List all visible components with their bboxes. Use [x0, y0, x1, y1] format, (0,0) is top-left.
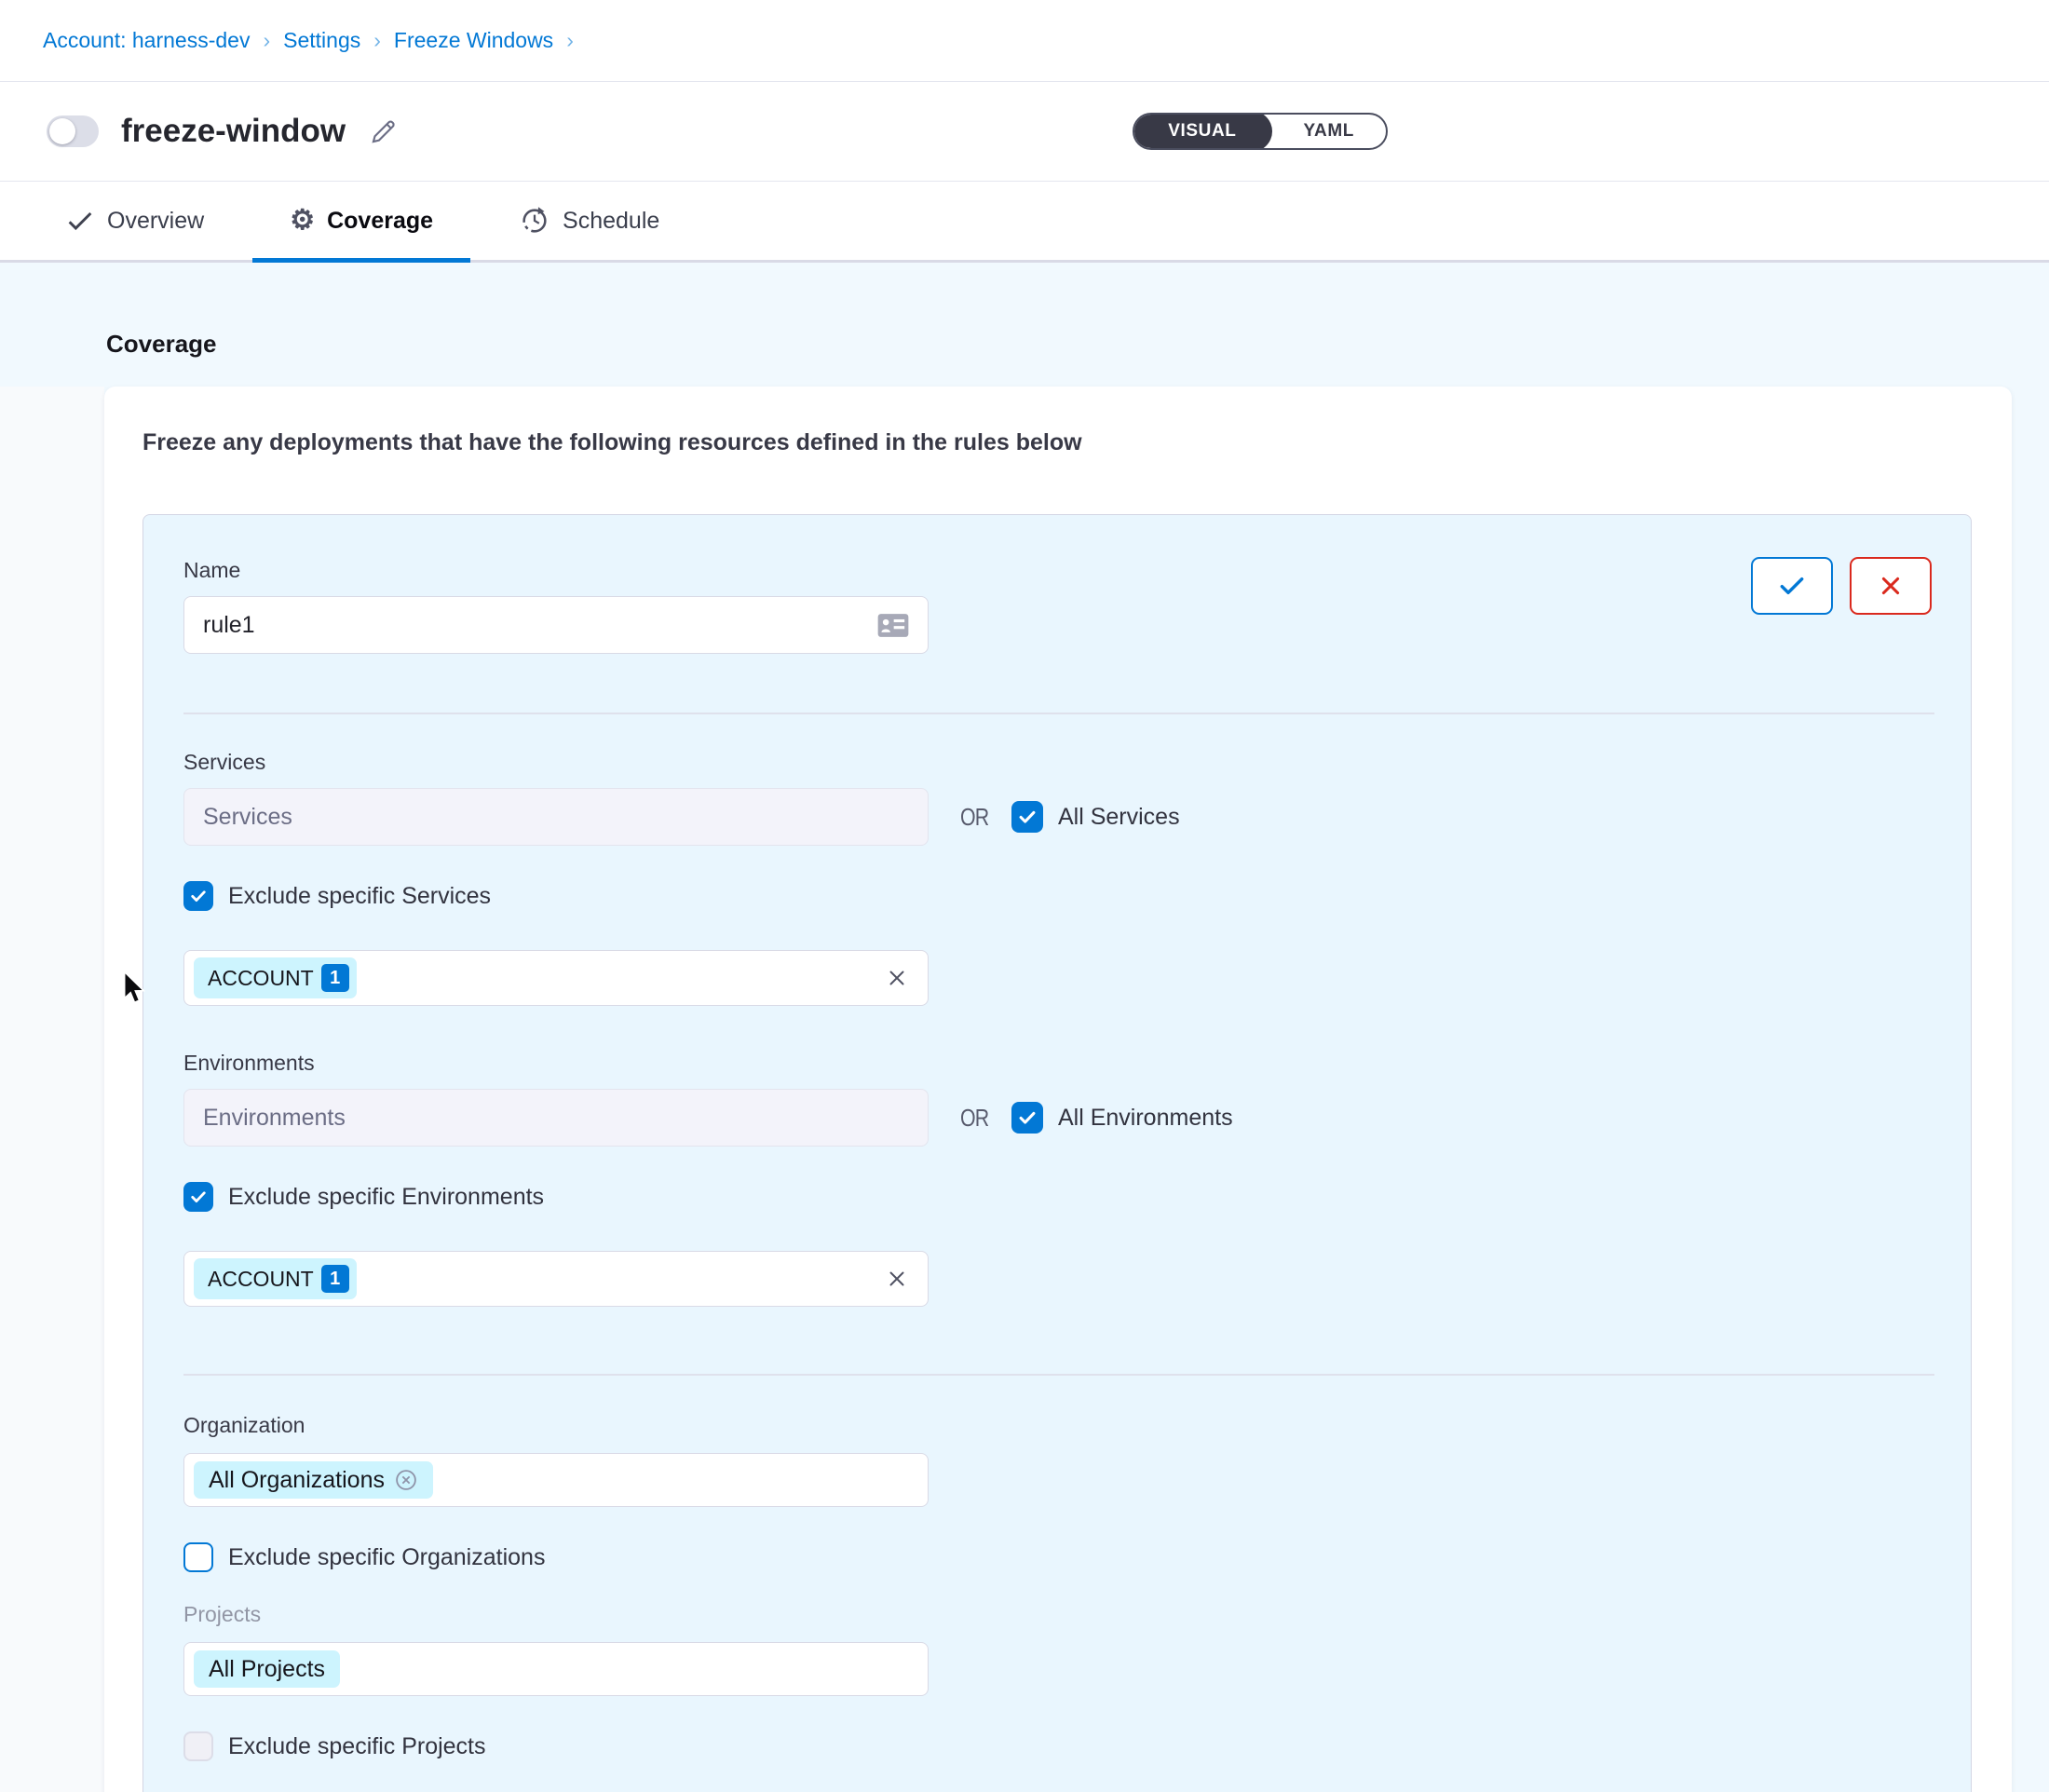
environments-input[interactable] [203, 1105, 909, 1132]
remove-organizations-tag-icon[interactable] [394, 1468, 418, 1492]
all-environments-checkbox[interactable] [1011, 1102, 1043, 1134]
exclude-services-label: Exclude specific Services [228, 883, 491, 910]
tab-schedule[interactable]: Schedule [513, 182, 665, 260]
services-label: Services [183, 750, 1932, 775]
divider [183, 713, 1934, 714]
exclude-services-checkbox[interactable] [183, 881, 213, 911]
organization-field[interactable]: All Organizations [183, 1453, 929, 1507]
projects-field: All Projects [183, 1642, 929, 1696]
tab-schedule-label: Schedule [563, 208, 659, 235]
excluded-environments-field[interactable]: ACCOUNT 1 [183, 1251, 929, 1307]
delete-rule-button[interactable] [1850, 557, 1932, 615]
gear-icon: ⚙ [290, 207, 315, 235]
excluded-environments-tag[interactable]: ACCOUNT 1 [194, 1258, 357, 1299]
tag-count-badge: 1 [321, 964, 349, 992]
confirm-check-icon [1777, 571, 1807, 601]
all-services-checkbox[interactable] [1011, 801, 1043, 833]
all-organizations-tag[interactable]: All Organizations [194, 1461, 433, 1499]
visual-yaml-switch: VISUAL YAML [1133, 113, 1388, 150]
services-field [183, 788, 929, 846]
organization-label: Organization [183, 1413, 1932, 1438]
checkbox-check-icon [1017, 1107, 1038, 1128]
divider [183, 1374, 1934, 1376]
tab-coverage-label: Coverage [327, 208, 433, 235]
excluded-services-tag[interactable]: ACCOUNT 1 [194, 957, 357, 998]
checkbox-check-icon [1017, 807, 1038, 827]
delete-x-icon [1878, 573, 1904, 599]
confirm-rule-button[interactable] [1751, 557, 1833, 615]
tab-overview-label: Overview [107, 208, 204, 235]
coverage-page: Coverage Freeze any deployments that hav… [0, 263, 2049, 1792]
page-title: freeze-window [121, 113, 346, 150]
services-or-label: OR [960, 803, 988, 832]
toggle-knob [49, 118, 75, 144]
name-label: Name [183, 558, 1932, 583]
breadcrumb-settings-link[interactable]: Settings [283, 28, 360, 53]
rule-panel: Name Services OR [142, 514, 1972, 1792]
breadcrumb-separator: › [263, 28, 270, 53]
all-services-label: All Services [1058, 804, 1180, 831]
visual-mode-button[interactable]: VISUAL [1133, 113, 1271, 150]
breadcrumb-freeze-windows-link[interactable]: Freeze Windows [394, 28, 553, 53]
freeze-enabled-toggle[interactable] [47, 115, 99, 147]
all-environments-label: All Environments [1058, 1105, 1233, 1132]
clear-environments-icon[interactable] [885, 1267, 909, 1291]
exclude-environments-checkbox[interactable] [183, 1182, 213, 1212]
tab-coverage[interactable]: ⚙ Coverage [252, 182, 470, 260]
breadcrumb-separator: › [566, 28, 574, 53]
title-bar: freeze-window VISUAL YAML [0, 82, 2049, 182]
tag-text: ACCOUNT [208, 1267, 314, 1292]
id-card-icon [877, 613, 909, 638]
check-icon [65, 206, 95, 236]
left-gutter [0, 387, 104, 1792]
exclude-organizations-checkbox[interactable] [183, 1542, 213, 1572]
coverage-heading: Coverage [106, 330, 217, 359]
checkbox-check-icon [189, 887, 208, 905]
breadcrumb-account-link[interactable]: Account: harness-dev [43, 28, 250, 53]
exclude-projects-checkbox[interactable] [183, 1731, 213, 1761]
rule-name-input[interactable] [203, 612, 877, 639]
tag-text: All Projects [209, 1656, 325, 1683]
rule-actions [1751, 557, 1932, 615]
tag-text: All Organizations [209, 1467, 385, 1494]
environments-field [183, 1089, 929, 1147]
edit-pencil-icon[interactable] [368, 115, 400, 147]
clear-services-icon[interactable] [885, 966, 909, 990]
tag-count-badge: 1 [321, 1265, 349, 1293]
coverage-card: Freeze any deployments that have the fol… [104, 387, 2012, 1792]
schedule-clock-icon [519, 205, 550, 237]
yaml-mode-button[interactable]: YAML [1272, 113, 1386, 150]
all-projects-tag: All Projects [194, 1650, 340, 1688]
exclude-organizations-label: Exclude specific Organizations [228, 1544, 545, 1571]
projects-label: Projects [183, 1602, 1932, 1627]
exclude-environments-label: Exclude specific Environments [228, 1184, 544, 1211]
exclude-projects-label: Exclude specific Projects [228, 1733, 486, 1760]
environments-label: Environments [183, 1051, 1932, 1076]
excluded-services-field[interactable]: ACCOUNT 1 [183, 950, 929, 1006]
coverage-instruction: Freeze any deployments that have the fol… [142, 429, 1973, 456]
breadcrumb-separator: › [373, 28, 381, 53]
checkbox-check-icon [189, 1188, 208, 1206]
services-input[interactable] [203, 804, 909, 831]
tab-bar: Overview ⚙ Coverage Schedule [0, 182, 2049, 263]
rule-name-field [183, 596, 929, 654]
tag-text: ACCOUNT [208, 966, 314, 991]
tab-overview[interactable]: Overview [60, 182, 210, 260]
breadcrumb: Account: harness-dev › Settings › Freeze… [0, 0, 2049, 82]
environments-or-label: OR [960, 1104, 988, 1133]
